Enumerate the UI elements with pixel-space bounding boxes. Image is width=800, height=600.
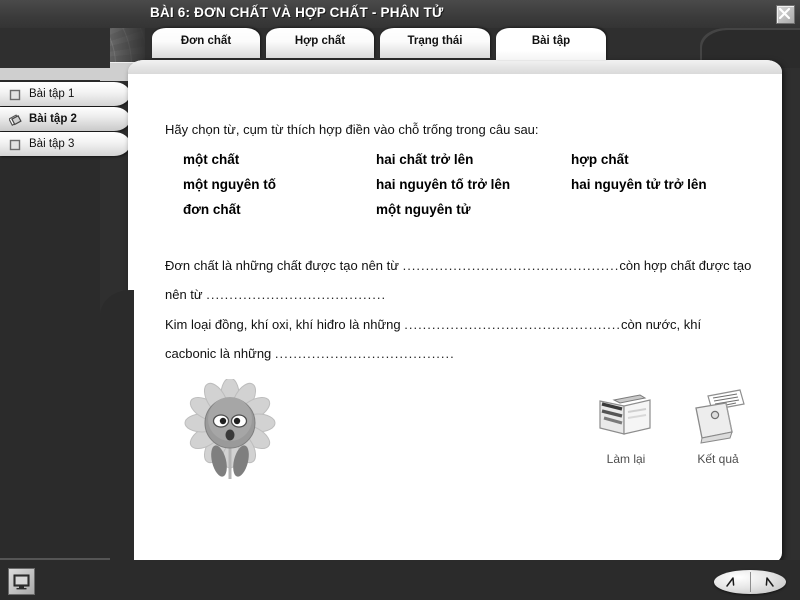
sidebar-item-bai-tap-3[interactable]: Bài tập 3 xyxy=(0,132,130,156)
ket-qua-button[interactable]: Kết quả xyxy=(680,384,756,466)
tab-label: Hợp chất xyxy=(294,35,346,47)
paragraph-2-blank-a[interactable]: ........................................… xyxy=(404,317,621,332)
paragraph-1-part-a: Đơn chất là những chất được tạo nên từ xyxy=(165,258,403,273)
paragraph-2-part-b: còn nước, khí xyxy=(621,317,702,332)
content-panel: Hãy chọn từ, cụm từ thích hợp điền vào c… xyxy=(128,60,782,565)
page-title: BÀI 6: ĐƠN CHẤT VÀ HỢP CHẤT - PHÂN TỬ xyxy=(150,5,444,20)
sunflower-mascot-icon xyxy=(175,377,285,489)
paragraph-2-part-a: Kim loại đồng, khí oxi, khí hiđro là nhữ… xyxy=(165,317,405,332)
word-bank-row: đơn chất một nguyên tử xyxy=(183,202,763,227)
lam-lai-button[interactable]: Làm lại xyxy=(588,384,664,466)
sidebar-item-label: Bài tập 1 xyxy=(29,88,75,100)
action-buttons: Làm lại Kết quả xyxy=(588,384,758,484)
tab-label: Đơn chất xyxy=(180,35,232,47)
paragraph-2-part-c: cacbonic là những xyxy=(165,346,275,361)
exercise-prompt: Hãy chọn từ, cụm từ thích hợp điền vào c… xyxy=(165,122,539,137)
navigation-controls xyxy=(714,570,786,594)
monitor-icon[interactable] xyxy=(8,568,35,595)
tab-label: Trạng thái xyxy=(407,35,463,47)
close-icon[interactable] xyxy=(776,5,795,24)
sidebar-item-bai-tap-1[interactable]: Bài tập 1 xyxy=(0,82,130,106)
arrow-next-icon[interactable] xyxy=(750,570,786,594)
paragraph-1-part-b: còn hợp chất xyxy=(619,258,696,273)
tab-bar: Đơn chất Hợp chất Trạng thái Bài tập xyxy=(0,28,800,60)
word-bank-option[interactable]: hợp chất xyxy=(571,152,629,167)
diamond-icon xyxy=(8,113,22,126)
application-window: BÀI 6: ĐƠN CHẤT VÀ HỢP CHẤT - PHÂN TỬ Đơ… xyxy=(0,0,800,600)
paragraph-1-blank-b[interactable]: ....................................... xyxy=(206,287,386,302)
tab-label: Bài tập xyxy=(531,35,571,47)
word-bank-option[interactable]: hai chất trở lên xyxy=(376,152,473,167)
sidebar-item-label: Bài tập 2 xyxy=(29,113,77,125)
square-icon xyxy=(9,88,21,101)
tab-bai-tap[interactable]: Bài tập xyxy=(496,28,606,60)
arrow-prev-icon[interactable] xyxy=(714,570,750,594)
word-bank-option[interactable]: một nguyên tố xyxy=(183,177,276,192)
tab-hop-chat[interactable]: Hợp chất xyxy=(266,28,374,58)
square-icon xyxy=(9,138,21,151)
result-printer-icon xyxy=(680,384,756,448)
title-bar: BÀI 6: ĐƠN CHẤT VÀ HỢP CHẤT - PHÂN TỬ xyxy=(0,0,800,28)
content-left-flap xyxy=(100,290,134,570)
bottom-separator xyxy=(0,558,110,560)
paragraph-2-blank-b[interactable]: ....................................... xyxy=(275,346,455,361)
word-bank-row: một chất hai chất trở lên hợp chất xyxy=(183,152,763,177)
word-bank-row: một nguyên tố hai nguyên tố trở lên hai … xyxy=(183,177,763,202)
paragraph-1-blank-a[interactable]: ........................................… xyxy=(403,258,620,273)
bottom-bar xyxy=(0,560,800,600)
tab-don-chat[interactable]: Đơn chất xyxy=(152,28,260,58)
fill-paragraph-2: Kim loại đồng, khí oxi, khí hiđro là nhữ… xyxy=(165,310,755,368)
sidebar-item-bai-tap-2[interactable]: Bài tập 2 xyxy=(0,107,130,131)
tab-trang-thai[interactable]: Trạng thái xyxy=(380,28,490,58)
sidebar: Bài tập 1 Bài tập 2 Bài tập 3 xyxy=(0,82,132,157)
word-bank-option[interactable]: hai nguyên tử trở lên xyxy=(571,177,707,192)
word-bank-option[interactable]: đơn chất xyxy=(183,202,241,217)
sidebar-item-label: Bài tập 3 xyxy=(29,138,75,150)
word-bank-option[interactable]: hai nguyên tố trở lên xyxy=(376,177,510,192)
action-label: Kết quả xyxy=(697,452,739,466)
word-bank-option[interactable]: một nguyên tử xyxy=(376,202,471,217)
fill-paragraph-1: Đơn chất là những chất được tạo nên từ .… xyxy=(165,251,755,309)
book-redo-icon xyxy=(588,384,664,448)
word-bank: một chất hai chất trở lên hợp chất một n… xyxy=(183,152,763,227)
word-bank-option[interactable]: một chất xyxy=(183,152,239,167)
action-label: Làm lại xyxy=(606,452,646,466)
content-top-strip xyxy=(128,60,782,74)
